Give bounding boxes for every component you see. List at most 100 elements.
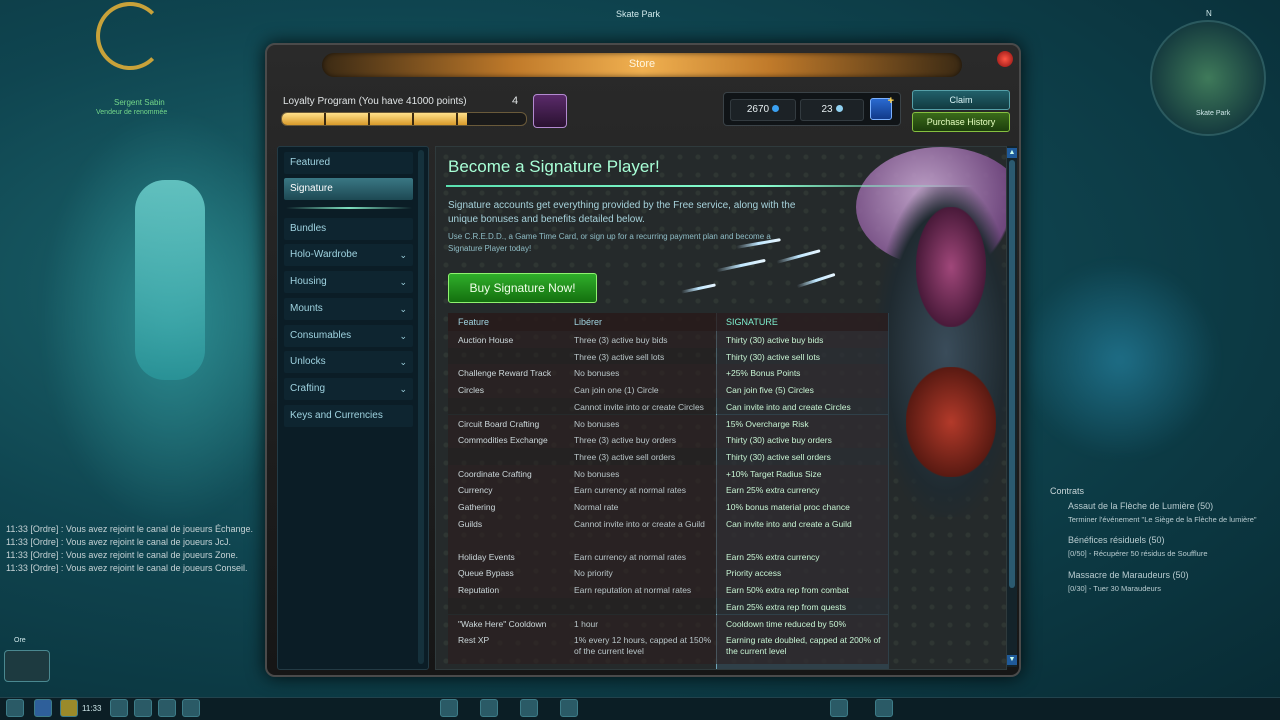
buy-signature-button[interactable]: Buy Signature Now! [448,273,597,303]
compass-north: N [1206,9,1212,18]
sidebar-item-unlocks[interactable]: Unlocks ⌄ [284,351,413,373]
sidebar-item-holo-wardrobe[interactable]: Holo-Wardrobe ⌄ [284,244,413,266]
menu-icon[interactable] [6,699,24,717]
sidebar-scrollbar[interactable] [418,150,424,664]
close-button[interactable] [995,49,1015,69]
loyalty-tick [456,113,458,125]
scroll-down-arrow-icon[interactable]: ▼ [1007,655,1017,665]
free-cell: Earn currency at normal rates [574,551,686,562]
signature-cell: Thirty (30) active buy bids [726,335,824,345]
table-row: Guilds Cannot invite into or create a Gui… [448,514,888,548]
social-icon[interactable] [158,699,176,717]
party-portrait[interactable] [4,650,50,682]
chat-line: 11:33 [Ordre] : Vous avez rejoint le can… [6,550,238,560]
table-row: Reputation Earn reputation at normal rate… [448,581,888,598]
contract-name[interactable]: Massacre de Maraudeurs (50) [1068,570,1189,580]
table-row: Rest XP 1% every 12 hours, capped at 150%… [448,631,888,665]
loyalty-progress-fill [282,113,468,125]
sidebar-item-bundles[interactable]: Bundles [284,218,413,240]
signature-cell: Cooldown time reduced by 50% [726,618,847,629]
scroll-up-arrow-icon[interactable]: ▲ [1007,148,1017,158]
free-cell: Three (3) active buy bids [574,335,668,345]
ability-slot[interactable] [875,699,893,717]
hologram-figure [135,180,205,380]
omnibit-balance: 2670 [730,99,796,121]
signature-cell: Thirty (30) active buy orders [726,435,832,446]
add-currency-button[interactable]: + [870,95,894,120]
title-underline [446,185,976,187]
ability-slot[interactable] [830,699,848,717]
signature-cell: Earn 25% extra currency [726,551,820,562]
loyalty-level: 4 [512,95,519,107]
store-category-sidebar: Featured Signature Bundles Holo-Wardrobe… [277,146,429,670]
scroll-thumb[interactable] [1009,160,1015,588]
table-row: Three (3) active sell lots Thirty (30) ac… [448,347,888,365]
contracts-title: Contrats [1050,486,1085,496]
store-titlebar[interactable]: Store [322,53,962,77]
sidebar-item-housing[interactable]: Housing ⌄ [284,271,413,293]
sidebar-item-consumables[interactable]: Consumables ⌄ [284,325,413,347]
contract-name[interactable]: Assaut de la Flèche de Lumière (50) [1068,501,1213,511]
free-cell: Cannot invite into or create a Guild [574,518,705,529]
loyalty-label: Loyalty Program (You have 41000 points) [283,96,467,107]
feature-cell: Auction House [458,335,514,345]
plus-icon: + [887,95,894,107]
settings-icon[interactable] [182,699,200,717]
store-icon[interactable] [34,699,52,717]
feature-cell: Gathering [458,502,496,512]
ability-slot[interactable] [520,699,538,717]
free-cell: No priority [574,568,613,579]
free-cell: 1% every 12 hours, capped at 150% of the… [574,635,712,657]
purchase-history-button[interactable]: Purchase History [912,112,1010,132]
claim-button[interactable]: Claim [912,90,1010,110]
header-signature: SIGNATURE [726,317,778,327]
sidebar-item-signature[interactable]: Signature [284,178,413,200]
signature-cell: Can invite into and create Circles [726,401,851,412]
table-row: Cannot invite into or create Circles Can … [448,397,888,415]
group-icon[interactable] [134,699,152,717]
free-cell: 1 hour [574,618,599,629]
ability-slot[interactable] [560,699,578,717]
loyalty-reward-icon[interactable] [533,94,567,128]
loyalty-progress-bar [281,112,527,126]
signature-content-panel: Become a Signature Player! Signature acc… [435,146,1007,670]
table-row: Challenge Reward Track No bonuses +25% Bon… [448,364,888,382]
table-row: Circles Can join one (1) Circle Can join f… [448,381,888,398]
free-cell: Three (3) active sell lots [574,351,665,362]
feature-cell: Commodities Exchange [458,435,548,446]
mail-icon[interactable] [110,699,128,717]
clock: 11:33 [82,704,102,713]
sidebar-item-crafting[interactable]: Crafting ⌄ [284,378,413,400]
sidebar-divider [286,207,412,209]
chevron-down-icon: ⌄ [399,277,407,287]
table-row: Currency Earn currency at normal rates Ear… [448,481,888,498]
free-cell: Three (3) active sell orders [574,451,676,462]
chevron-down-icon: ⌄ [399,304,407,314]
sidebar-item-featured[interactable]: Featured [284,152,413,174]
moon-icon[interactable] [60,699,78,717]
ability-slot[interactable] [480,699,498,717]
minimap[interactable] [1150,20,1266,136]
signature-cell: Earn 50% extra rep from combat [726,585,849,596]
free-cell: No bonuses [574,368,620,379]
free-cell: Normal rate [574,502,619,512]
signature-cell: Earn 25% extra currency [726,485,820,496]
feature-cell: Circles [458,385,484,396]
sidebar-item-mounts[interactable]: Mounts ⌄ [284,298,413,320]
ability-slot[interactable] [440,699,458,717]
table-row: Queue Bypass No priority Priority access [448,564,888,582]
hero-art-red [906,367,996,477]
chevron-down-icon: ⌄ [399,384,407,394]
contract-name[interactable]: Bénéfices résiduels (50) [1068,535,1165,545]
table-row: "Wake Here" Cooldown 1 hour Cooldown time … [448,614,888,632]
ncoin-icon [835,105,843,112]
content-scrollbar[interactable]: ▲ ▼ [1007,146,1017,667]
sidebar-item-keys-currencies[interactable]: Keys and Currencies [284,405,413,427]
ncoin-balance: 23 [800,99,864,121]
signature-cell: Can join five (5) Circles [726,385,814,396]
contract-detail: [0/30] - Tuer 30 Maraudeurs [1068,584,1161,593]
chat-line: 11:33 [Ordre] : Vous avez rejoint le can… [6,563,248,573]
intro-text: Signature accounts get everything provid… [448,200,796,225]
store-title: Store [628,58,656,70]
chevron-down-icon: ⌄ [399,250,407,260]
